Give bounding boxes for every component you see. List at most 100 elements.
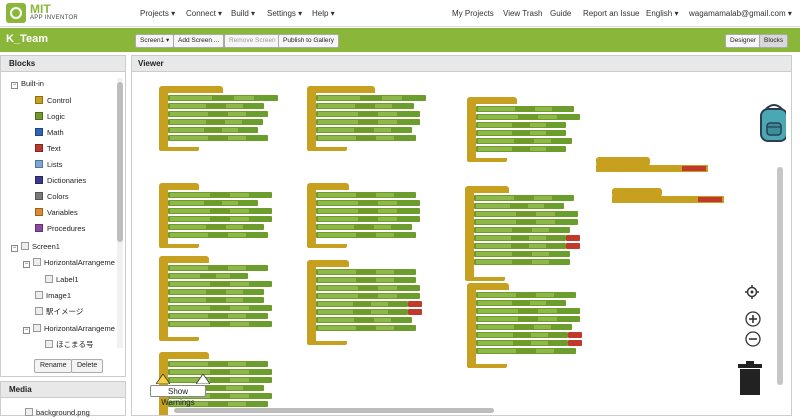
label-icon	[45, 275, 53, 283]
top-navbar: MIT APP INVENTOR Projects ▾ Connect ▾ Bu…	[0, 0, 800, 27]
category-text[interactable]: Text	[35, 142, 61, 155]
zoom-reset-icon[interactable]	[745, 285, 759, 299]
event-block-group[interactable]	[307, 260, 457, 346]
event-block-group[interactable]	[307, 183, 437, 249]
warning-indicator-icon[interactable]	[156, 374, 170, 384]
link-my-projects[interactable]: My Projects	[452, 9, 494, 18]
link-guide[interactable]: Guide	[550, 9, 571, 18]
collapse-icon[interactable]: −	[11, 82, 18, 89]
text-color-icon	[35, 144, 43, 152]
blocks-tree: − Built-in Control Logic Math Text Lists …	[1, 73, 115, 348]
variables-color-icon	[35, 208, 43, 216]
designer-button[interactable]: Designer	[725, 34, 762, 48]
blocks-tree-scrollbar[interactable]	[117, 78, 123, 348]
logo-subtitle: APP INVENTOR	[30, 15, 79, 21]
category-control[interactable]: Control	[35, 94, 71, 107]
app-inventor-logo[interactable]: MIT APP INVENTOR	[6, 2, 96, 24]
menu-build[interactable]: Build ▾	[231, 9, 255, 18]
scrollbar-thumb[interactable]	[117, 82, 123, 242]
tree-horizontal-arrangement-1[interactable]: − HorizontalArrangemen	[23, 256, 115, 269]
when-click-block-header[interactable]	[467, 97, 517, 104]
arrangement-icon	[33, 258, 41, 266]
control-color-icon	[35, 96, 43, 104]
scrollbar-thumb[interactable]	[777, 167, 783, 385]
lists-color-icon	[35, 160, 43, 168]
when-click-block-header[interactable]	[307, 86, 375, 93]
logo-title: MIT	[30, 2, 51, 16]
collapse-icon[interactable]: −	[23, 261, 30, 268]
when-click-block-header[interactable]	[159, 183, 199, 190]
menu-account[interactable]: wagamamalab@gmail.com ▾	[689, 9, 792, 18]
menu-language[interactable]: English ▾	[646, 9, 678, 18]
menu-connect[interactable]: Connect ▾	[186, 9, 222, 18]
when-click-block-header[interactable]	[159, 352, 209, 359]
tree-station-image[interactable]: 駅イメージ	[35, 305, 83, 318]
tree-builtin[interactable]: − Built-in	[11, 77, 44, 90]
blocks-workspace[interactable]: Show Warnings	[134, 73, 786, 415]
event-block-group[interactable]	[159, 183, 289, 249]
category-colors[interactable]: Colors	[35, 190, 69, 203]
collapse-icon[interactable]: −	[11, 245, 18, 252]
event-block-group[interactable]	[467, 97, 597, 163]
file-icon	[25, 408, 33, 416]
project-name: K_Team	[6, 33, 48, 45]
tree-horizontal-arrangement-2[interactable]: − HorizontalArrangemen	[23, 322, 115, 335]
workspace-horizontal-scrollbar[interactable]	[174, 408, 494, 413]
delete-button[interactable]: Delete	[71, 359, 104, 373]
when-click-block-header[interactable]	[307, 260, 349, 267]
category-procedures[interactable]: Procedures	[35, 222, 85, 235]
logic-color-icon	[35, 112, 43, 120]
image-icon	[35, 291, 43, 299]
blocks-panel: Blocks − Built-in Control Logic Math Text…	[0, 55, 126, 377]
zoom-in-icon[interactable]	[745, 311, 761, 327]
image-icon	[45, 340, 53, 348]
menu-projects[interactable]: Projects ▾	[140, 9, 175, 18]
link-report-issue[interactable]: Report an Issue	[583, 9, 639, 18]
link-view-trash[interactable]: View Trash	[503, 9, 542, 18]
backpack-icon[interactable]	[758, 101, 786, 143]
event-block-group[interactable]	[467, 283, 617, 369]
rename-button[interactable]: Rename	[34, 359, 73, 373]
trash-icon[interactable]	[737, 361, 763, 395]
screen-select-button[interactable]: Screen1 ▾	[135, 34, 175, 48]
collapse-icon[interactable]: −	[23, 327, 30, 334]
remove-screen-button[interactable]: Remove Screen	[224, 34, 281, 48]
category-lists[interactable]: Lists	[35, 158, 62, 171]
category-math[interactable]: Math	[35, 126, 64, 139]
colors-color-icon	[35, 192, 43, 200]
menu-settings[interactable]: Settings ▾	[267, 9, 302, 18]
when-click-block-header[interactable]	[159, 86, 223, 93]
media-file-item[interactable]: background.png	[25, 406, 90, 419]
math-color-icon	[35, 128, 43, 136]
logo-icon	[6, 3, 26, 23]
tree-label1[interactable]: Label1	[45, 273, 79, 286]
event-block-group[interactable]	[159, 256, 289, 342]
arrangement-icon	[33, 324, 41, 332]
category-variables[interactable]: Variables	[35, 206, 78, 219]
procedures-color-icon	[35, 224, 43, 232]
event-block-group[interactable]	[465, 186, 615, 282]
publish-gallery-button[interactable]: Publish to Gallery	[278, 34, 339, 48]
event-block-group[interactable]	[159, 86, 289, 152]
tree-hokomaru[interactable]: ほこまる号	[45, 338, 94, 348]
blocks-panel-title: Blocks	[1, 56, 125, 72]
category-dictionaries[interactable]: Dictionaries	[35, 174, 86, 187]
screen-name-text-block[interactable]	[698, 197, 722, 202]
category-logic[interactable]: Logic	[35, 110, 65, 123]
screen-name-text-block[interactable]	[682, 166, 706, 171]
event-block-group[interactable]	[307, 86, 437, 152]
blocks-button[interactable]: Blocks	[759, 34, 789, 48]
when-click-block-header[interactable]	[159, 256, 209, 263]
when-click-block-header[interactable]	[307, 183, 349, 190]
tree-image1[interactable]: Image1	[35, 289, 71, 302]
workspace-vertical-scrollbar[interactable]	[777, 167, 783, 385]
error-indicator-icon[interactable]	[196, 374, 210, 384]
menu-help[interactable]: Help ▾	[312, 9, 335, 18]
add-screen-button[interactable]: Add Screen ...	[173, 34, 225, 48]
show-warnings-button[interactable]: Show Warnings	[150, 385, 206, 407]
tree-screen1[interactable]: − Screen1	[11, 240, 60, 253]
zoom-out-icon[interactable]	[745, 331, 761, 347]
when-click-block-header[interactable]	[467, 283, 509, 290]
media-panel-title: Media	[1, 382, 125, 398]
when-click-block-header[interactable]	[465, 186, 509, 193]
